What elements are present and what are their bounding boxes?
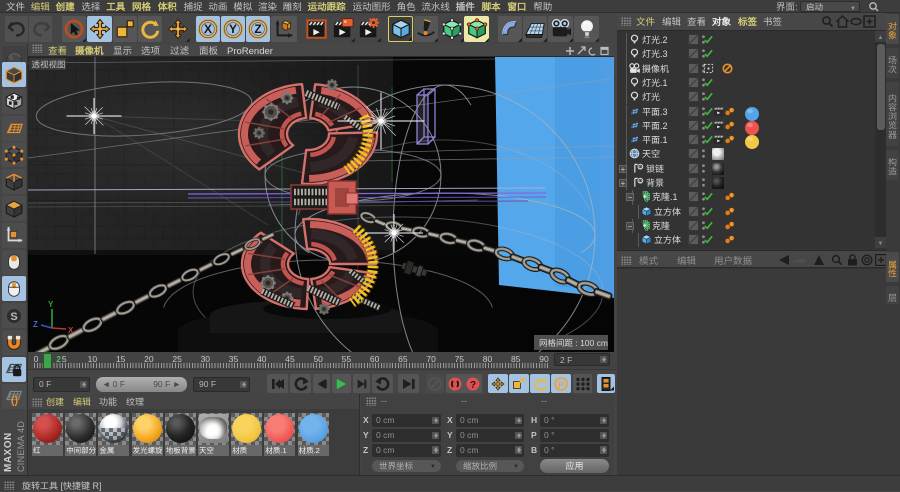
svg-text:Z: Z — [254, 22, 261, 36]
svg-text:Y: Y — [48, 300, 54, 309]
svg-text:X: X — [68, 326, 74, 335]
svg-text:透视视图: 透视视图 — [32, 59, 66, 71]
svg-text:P: P — [558, 379, 565, 390]
svg-text:Z: Z — [33, 320, 38, 329]
svg-text:S: S — [10, 311, 17, 323]
svg-text:?: ? — [470, 380, 476, 391]
svg-text:网格间距 : 100 cm: 网格间距 : 100 cm — [539, 337, 608, 349]
svg-text:X: X — [204, 22, 212, 36]
svg-text:Y: Y — [229, 22, 237, 36]
